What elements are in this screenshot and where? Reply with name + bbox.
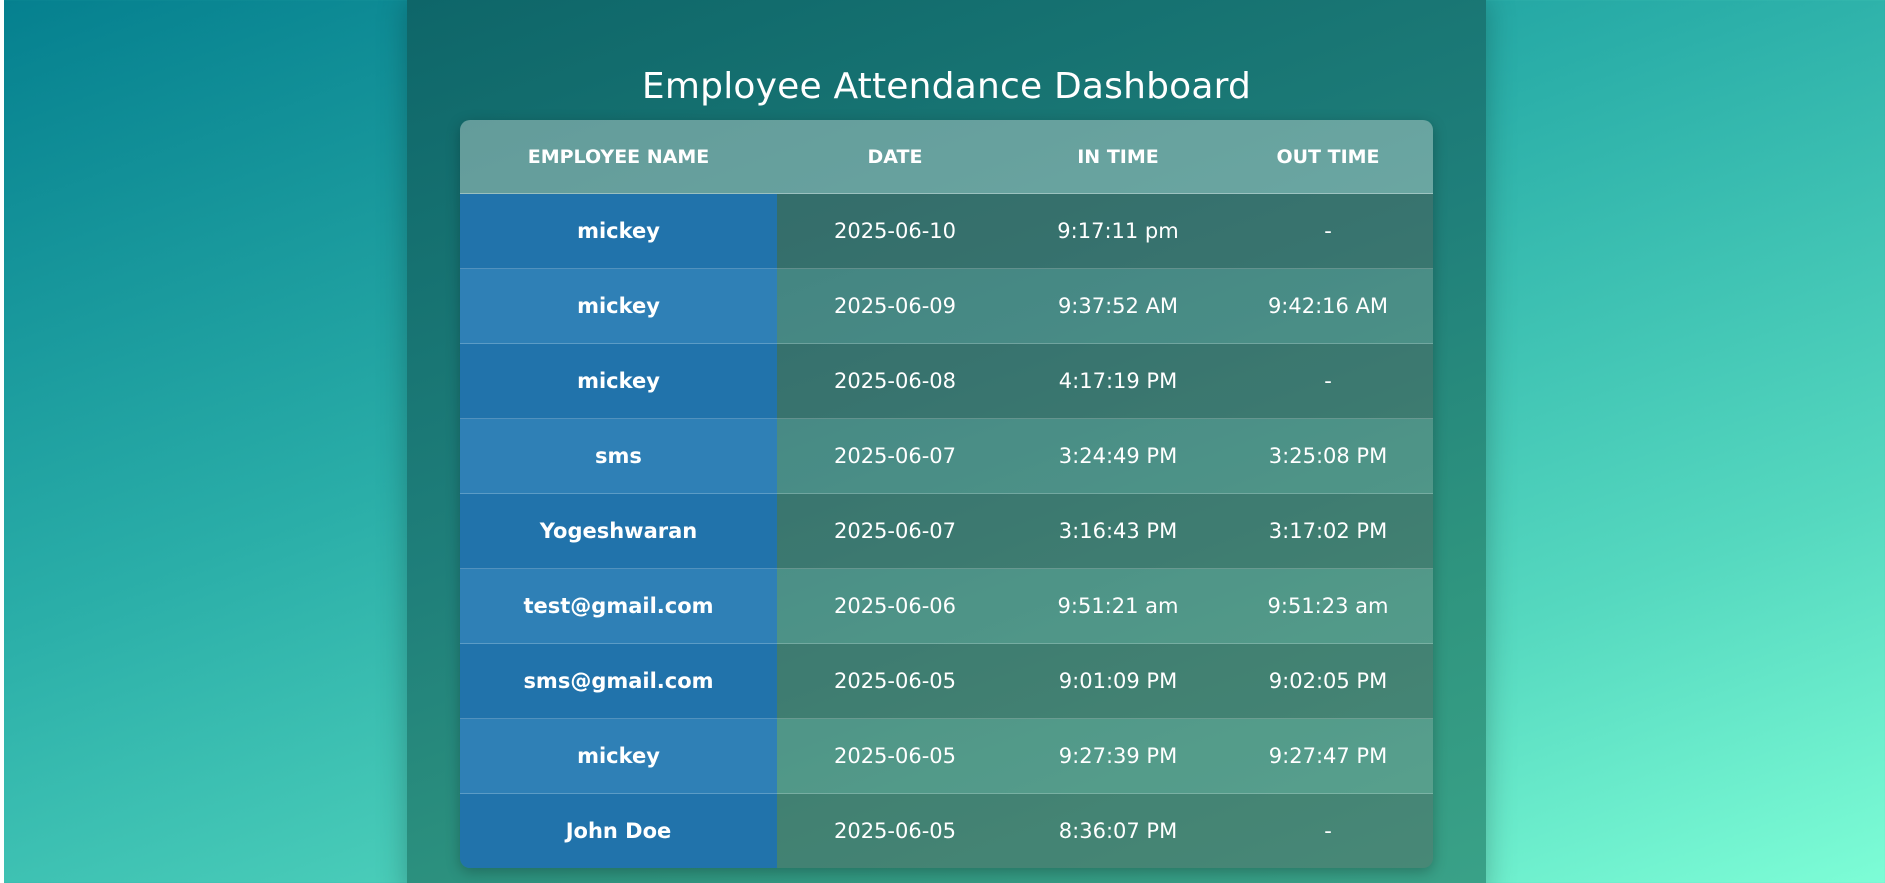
column-header-date: Date (777, 120, 1013, 194)
table-body: mickey 2025-06-10 9:17:11 pm - mickey 20… (460, 193, 1433, 868)
employee-name-cell: John Doe (460, 793, 777, 868)
header-row: Employee Name Date In Time Out Time (460, 120, 1433, 194)
in-time-cell: 9:27:39 PM (1013, 718, 1223, 794)
in-time-cell: 9:01:09 PM (1013, 643, 1223, 719)
date-cell: 2025-06-07 (777, 493, 1013, 569)
date-cell: 2025-06-05 (777, 793, 1013, 868)
table-header: Employee Name Date In Time Out Time (460, 120, 1433, 194)
column-header-employee-name: Employee Name (460, 120, 777, 194)
in-time-cell: 3:16:43 PM (1013, 493, 1223, 569)
column-header-out-time: Out Time (1223, 120, 1433, 194)
attendance-table-container: Employee Name Date In Time Out Time mick… (460, 120, 1433, 868)
in-time-cell: 4:17:19 PM (1013, 343, 1223, 419)
employee-name-cell: Yogeshwaran (460, 493, 777, 569)
out-time-cell: 9:42:16 AM (1223, 268, 1433, 344)
table-row: mickey 2025-06-10 9:17:11 pm - (460, 193, 1433, 269)
table-row: John Doe 2025-06-05 8:36:07 PM - (460, 793, 1433, 868)
employee-name-cell: mickey (460, 718, 777, 794)
out-time-cell: 3:25:08 PM (1223, 418, 1433, 494)
employee-name-cell: sms@gmail.com (460, 643, 777, 719)
table-row: test@gmail.com 2025-06-06 9:51:21 am 9:5… (460, 568, 1433, 644)
page-title: Employee Attendance Dashboard (641, 66, 1252, 108)
in-time-cell: 9:51:21 am (1013, 568, 1223, 644)
in-time-cell: 3:24:49 PM (1013, 418, 1223, 494)
date-cell: 2025-06-10 (777, 193, 1013, 269)
out-time-cell: - (1223, 193, 1433, 269)
date-cell: 2025-06-09 (777, 268, 1013, 344)
out-time-cell: 9:51:23 am (1223, 568, 1433, 644)
date-cell: 2025-06-08 (777, 343, 1013, 419)
table-row: sms 2025-06-07 3:24:49 PM 3:25:08 PM (460, 418, 1433, 494)
employee-name-cell: mickey (460, 193, 777, 269)
table-row: mickey 2025-06-08 4:17:19 PM - (460, 343, 1433, 419)
out-time-cell: - (1223, 793, 1433, 868)
window-edge (0, 0, 4, 883)
out-time-cell: 9:27:47 PM (1223, 718, 1433, 794)
table-row: mickey 2025-06-05 9:27:39 PM 9:27:47 PM (460, 718, 1433, 794)
employee-name-cell: mickey (460, 343, 777, 419)
date-cell: 2025-06-06 (777, 568, 1013, 644)
attendance-table: Employee Name Date In Time Out Time mick… (460, 120, 1433, 868)
date-cell: 2025-06-07 (777, 418, 1013, 494)
date-cell: 2025-06-05 (777, 718, 1013, 794)
employee-name-cell: test@gmail.com (460, 568, 777, 644)
out-time-cell: 9:02:05 PM (1223, 643, 1433, 719)
table-row: Yogeshwaran 2025-06-07 3:16:43 PM 3:17:0… (460, 493, 1433, 569)
out-time-cell: 3:17:02 PM (1223, 493, 1433, 569)
table-row: mickey 2025-06-09 9:37:52 AM 9:42:16 AM (460, 268, 1433, 344)
employee-name-cell: sms (460, 418, 777, 494)
in-time-cell: 9:37:52 AM (1013, 268, 1223, 344)
table-row: sms@gmail.com 2025-06-05 9:01:09 PM 9:02… (460, 643, 1433, 719)
date-cell: 2025-06-05 (777, 643, 1013, 719)
in-time-cell: 8:36:07 PM (1013, 793, 1223, 868)
out-time-cell: - (1223, 343, 1433, 419)
dashboard-card: Employee Attendance Dashboard Employee N… (407, 0, 1486, 883)
column-header-in-time: In Time (1013, 120, 1223, 194)
employee-name-cell: mickey (460, 268, 777, 344)
in-time-cell: 9:17:11 pm (1013, 193, 1223, 269)
